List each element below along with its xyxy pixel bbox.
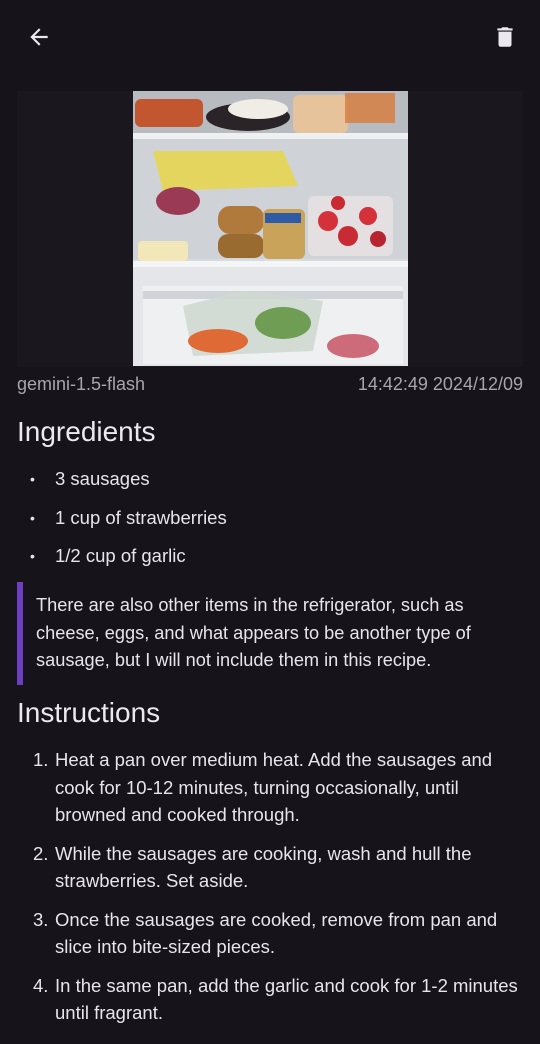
- delete-button[interactable]: [484, 16, 526, 58]
- meta-row: gemini-1.5-flash 14:42:49 2024/12/09: [17, 374, 523, 398]
- bullet-icon: •: [30, 471, 35, 487]
- list-item: 4. In the same pan, add the garlic and co…: [33, 974, 518, 1024]
- note-blockquote: There are also other items in the refrig…: [17, 582, 523, 685]
- timestamp: 14:42:49 2024/12/09: [357, 374, 523, 394]
- bullet-icon: •: [30, 509, 35, 526]
- back-button[interactable]: [18, 16, 60, 58]
- trash-icon: [497, 27, 513, 47]
- instructions-list: 1. Heat a pan over medium heat. Add the s…: [17, 746, 527, 1038]
- bullet-icon: •: [30, 548, 35, 564]
- instructions-heading: Instructions: [17, 697, 161, 728]
- refrigerator-photo[interactable]: [133, 91, 408, 366]
- list-item: 2. While the sausages are cooking, wash a…: [33, 842, 472, 892]
- ingredients-heading: Ingredients: [17, 416, 156, 447]
- arrow-left-icon: [30, 28, 48, 46]
- refrigerator-interior-image: [133, 91, 408, 366]
- list-item: 3. Once the sausages are cooked, remove f…: [33, 908, 498, 958]
- list-item: • 1 cup of strawberries: [17, 503, 523, 542]
- recipe-detail-screen: gemini-1.5-flash 14:42:49 2024/12/09 Ing…: [0, 0, 540, 1044]
- model-name: gemini-1.5-flash: [17, 374, 146, 394]
- top-app-bar: [0, 0, 540, 76]
- list-item: • 1/2 cup of garlic: [17, 541, 523, 580]
- list-item: 1. Heat a pan over medium heat. Add the s…: [33, 749, 493, 825]
- ingredients-list: • 3 sausages • 1 cup of strawberries • 1/2 …: [17, 464, 523, 580]
- list-item: • 3 sausages: [17, 464, 523, 503]
